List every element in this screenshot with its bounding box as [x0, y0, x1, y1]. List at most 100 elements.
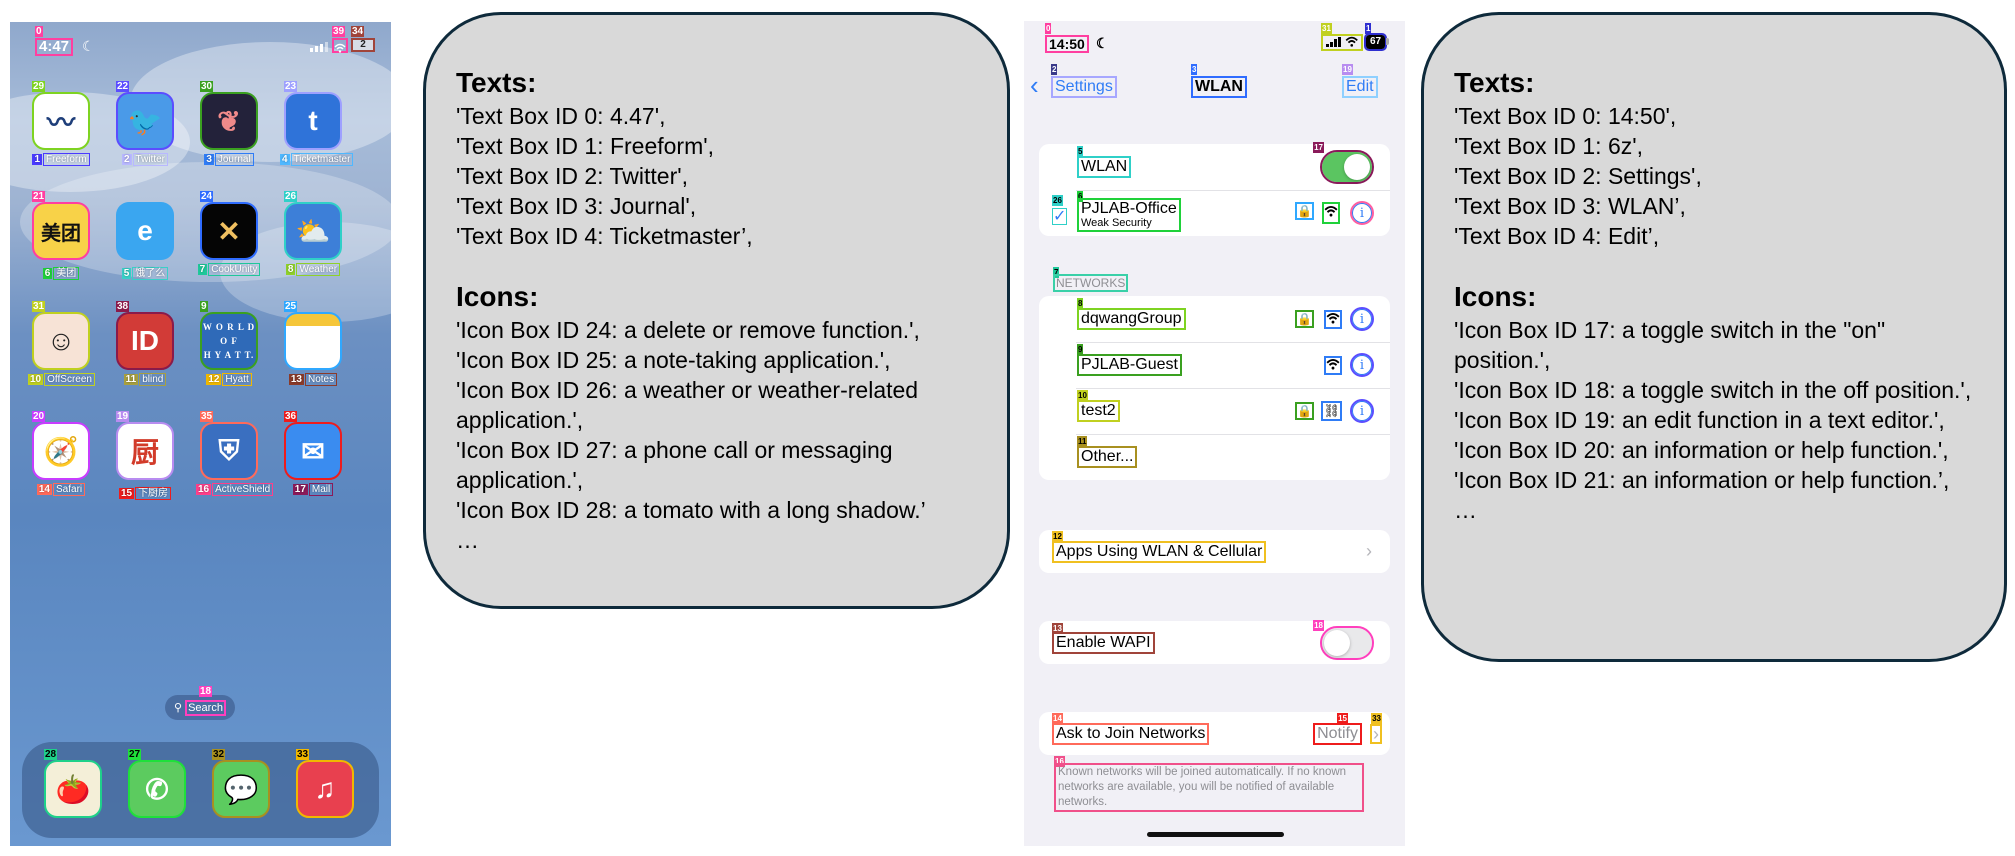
activeshield-shield-icon: ⛨: [200, 422, 258, 480]
app-label: 12 Hyatt: [196, 373, 262, 386]
network-name: test2: [1077, 400, 1120, 422]
page-title: WLAN: [1191, 76, 1247, 98]
app-glyph: 美团: [41, 222, 81, 245]
app-name: Journal: [214, 153, 254, 166]
dock-app-tomato[interactable]: 28 🍅: [40, 749, 106, 818]
app-twitter-bird[interactable]: 22 🐦 2 Twitter: [112, 81, 178, 166]
app-name: blind: [139, 373, 167, 386]
icons-heading: Icons:: [1454, 281, 1537, 312]
status-time: 14:50: [1045, 35, 1089, 53]
box-id-tag: 2: [1051, 64, 1058, 75]
network-row[interactable]: 8 dqwangGroup 🔒 i: [1039, 296, 1390, 342]
app-activeshield-shield[interactable]: 35 ⛨ 16 ActiveShield: [196, 411, 274, 496]
focus-moon-icon: ☾: [82, 38, 95, 54]
annotation-line: 'Text Box ID 3: Journal',: [456, 193, 697, 219]
app-label: 4 Ticketmaster: [280, 153, 354, 166]
mail-envelope-icon: ✉: [284, 422, 342, 480]
box-id-tag: 22: [116, 81, 130, 92]
app-glyph: ⛅: [295, 215, 331, 247]
app-label: 5 饿了么: [112, 264, 178, 280]
back-chevron-icon[interactable]: ‹: [1030, 70, 1039, 101]
app-label: 17 Mail: [280, 483, 346, 496]
box-id-tag: 39: [332, 26, 346, 37]
info-button[interactable]: i: [1350, 307, 1374, 331]
app-xiachufang[interactable]: 19 厨 15 下厨房: [112, 411, 178, 500]
box-id-tag: 0: [35, 26, 43, 37]
ask-join-label: Ask to Join Networks: [1052, 722, 1210, 745]
annotation-line: 'Icon Box ID 20: an information or help …: [1454, 437, 1949, 463]
ask-join-row[interactable]: 14 Ask to Join Networks 15 Notify 33 ›: [1039, 712, 1390, 755]
box-id-tag: 12: [206, 374, 222, 385]
info-button[interactable]: i: [1350, 399, 1374, 423]
app-offscreen-face[interactable]: 31 ☺ 10 OffScreen: [28, 301, 95, 386]
xiachufang-icon: 厨: [116, 422, 174, 480]
app-notes[interactable]: 25 13 Notes: [280, 301, 346, 386]
messages-bubble-icon: 💬: [212, 760, 270, 818]
app-world-of-hyatt[interactable]: 9 W O R L D O F H Y A T T. 12 Hyatt: [196, 301, 262, 386]
safari-compass-icon: 🧭: [32, 422, 90, 480]
checkmark-icon: ✓: [1052, 208, 1068, 225]
dock-app-phone[interactable]: 27 ✆: [124, 749, 190, 818]
apps-using-row[interactable]: 12 Apps Using WLAN & Cellular ›: [1039, 530, 1390, 573]
network-row[interactable]: 9 PJLAB-Guest i: [1039, 342, 1390, 388]
app-label: 3 Journal: [196, 153, 262, 166]
annotation-line: 'Icon Box ID 19: an edit function in a t…: [1454, 407, 1945, 433]
network-row[interactable]: 10 test2 🔒 ⛓ i: [1039, 388, 1390, 434]
app-glyph: 🐦: [127, 105, 163, 137]
app-glyph: 🍅: [55, 773, 91, 805]
app-meituan[interactable]: 21 美团 6 美团: [28, 191, 94, 280]
annotation-line: 'Icon Box ID 21: an information or help …: [1454, 467, 1950, 493]
chevron-right-icon: ›: [1366, 541, 1372, 561]
app-label: 15 下厨房: [112, 484, 178, 500]
app-safari-compass[interactable]: 20 🧭 14 Safari: [28, 411, 94, 496]
info-button[interactable]: i: [1350, 201, 1374, 225]
connected-network-row[interactable]: 26 ✓ 6 PJLAB-Office Weak Security 🔒 i: [1039, 190, 1390, 236]
annotation-line: …: [456, 527, 479, 553]
box-id-tag: 2: [121, 154, 132, 165]
app-weather-cloud-sun[interactable]: 26 ⛅ 8 Weather: [280, 191, 346, 276]
dock-app-messages[interactable]: 32 💬: [208, 749, 274, 818]
wapi-toggle[interactable]: [1320, 625, 1374, 660]
app-name: ActiveShield: [212, 483, 274, 496]
battery-icon: 2: [351, 38, 375, 52]
back-settings-button[interactable]: Settings: [1051, 76, 1117, 98]
dock-app-music[interactable]: 33 ♫: [292, 749, 358, 818]
app-ticketmaster-t[interactable]: 23 t 4 Ticketmaster: [280, 81, 354, 166]
annotation-line: 'Icon Box ID 18: a toggle switch in the …: [1454, 377, 1972, 403]
wlan-toggle[interactable]: [1320, 150, 1374, 184]
app-name: Notes: [305, 373, 338, 386]
annotation-line: 'Text Box ID 1: 6z',: [1454, 133, 1644, 159]
app-freeform[interactable]: 29 〰 1 Freeform: [28, 81, 94, 166]
app-glyph: 厨: [130, 437, 159, 468]
app-name: OffScreen: [44, 373, 95, 386]
wifi-signal-icon: [1322, 202, 1340, 224]
app-mail-envelope[interactable]: 36 ✉ 17 Mail: [280, 411, 346, 496]
app-glyph: ✉: [301, 435, 325, 467]
app-label: 13 Notes: [280, 373, 346, 386]
app-cookunity-x[interactable]: 24 ✕ 7 CookUnity: [196, 191, 262, 276]
box-id-tag: 17: [292, 484, 308, 495]
app-glyph: 🧭: [43, 435, 79, 467]
app-label: 10 OffScreen: [28, 373, 95, 386]
home-indicator[interactable]: [1147, 832, 1284, 837]
wifi-icon: [332, 38, 348, 53]
app-journal-butterfly[interactable]: 30 ❦ 3 Journal: [196, 81, 262, 166]
edit-button[interactable]: Edit: [1342, 76, 1378, 98]
app-eleme[interactable]: e 5 饿了么: [112, 202, 178, 280]
wlan-label: WLAN: [1077, 156, 1132, 178]
wifi-signal-icon: [1324, 355, 1342, 375]
app-name: Ticketmaster: [290, 153, 354, 166]
status-time: 4:47: [35, 38, 74, 56]
annotation-line: 'Icon Box ID 27: a phone call or messagi…: [456, 437, 893, 493]
app-glyph: 💬: [223, 773, 259, 805]
focus-moon-icon: ☾: [1096, 35, 1109, 51]
network-row[interactable]: 11 Other...: [1039, 434, 1390, 480]
search-button[interactable]: ⚲ Search 18: [165, 686, 235, 720]
box-id-tag: 31: [32, 301, 46, 312]
app-blind-logo[interactable]: 38 ID 11 blind: [112, 301, 178, 386]
info-button[interactable]: i: [1350, 353, 1374, 377]
app-name: CookUnity: [208, 263, 261, 276]
wlan-settings-screen: 0 14:50 ☾ 31 1 67 ‹ 2 Settings 3 WLAN 19…: [1024, 21, 1405, 846]
annotation-line: …: [1454, 497, 1477, 523]
box-id-tag: 31: [1321, 23, 1332, 34]
